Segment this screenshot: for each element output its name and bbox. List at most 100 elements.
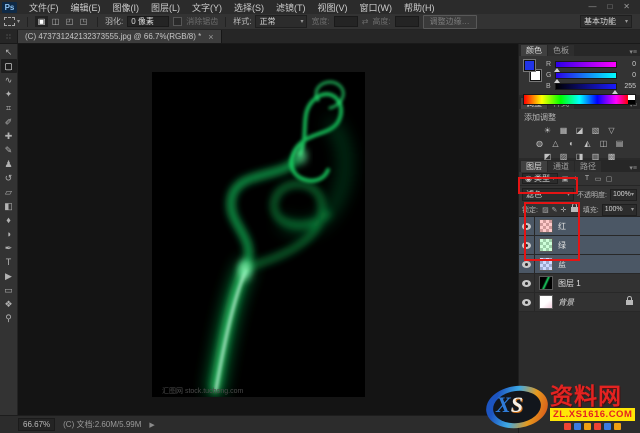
close-icon[interactable]: ✕ (623, 2, 630, 12)
blend-mode-select[interactable]: 滤色 ▾ (522, 188, 574, 201)
layer-thumbnail[interactable] (539, 295, 553, 309)
feather-input[interactable]: 0 像素 (127, 16, 169, 27)
lock-option-icon[interactable]: ✛ (559, 205, 568, 214)
tool-button[interactable]: T (1, 255, 17, 269)
selection-mode-icon[interactable]: ◰ (63, 16, 76, 27)
maximize-icon[interactable]: □ (607, 2, 612, 12)
tool-button[interactable]: ✎ (1, 143, 17, 157)
selection-mode-icon[interactable]: ◳ (77, 16, 90, 27)
tool-button[interactable]: ◑ (1, 227, 17, 241)
eye-cell[interactable] (519, 236, 535, 254)
eye-cell[interactable] (519, 274, 535, 292)
panel-menu-icon[interactable]: ▾≡ (629, 48, 640, 56)
adjustment-icon[interactable]: △ (550, 138, 562, 149)
tool-button[interactable]: ✒ (1, 241, 17, 255)
status-options-arrow-icon[interactable]: ▶ (149, 421, 154, 429)
tab-paths[interactable]: 路径 (575, 161, 601, 172)
layer-filter-icon[interactable]: ▭ (593, 174, 603, 183)
width-input[interactable] (334, 16, 358, 27)
tool-button[interactable]: ♟ (1, 157, 17, 171)
antialias-checkbox[interactable] (173, 17, 182, 26)
fill-input[interactable]: 100% ▾ (602, 204, 637, 216)
menu-item[interactable]: 图像(I) (107, 1, 146, 14)
tool-button[interactable]: ⚲ (1, 311, 17, 325)
minimize-icon[interactable]: — (588, 2, 596, 12)
green-value[interactable]: 0 (620, 72, 636, 79)
selection-mode-icon[interactable]: ▣ (35, 16, 48, 27)
tool-button[interactable]: ✚ (1, 129, 17, 143)
tool-button[interactable]: ▶ (1, 269, 17, 283)
menu-item[interactable]: 视图(V) (312, 1, 354, 14)
layer-row[interactable]: 背景 (519, 293, 640, 312)
red-value[interactable]: 0 (620, 61, 636, 68)
background-color-swatch[interactable] (530, 70, 541, 81)
height-input[interactable] (395, 16, 419, 27)
layer-row[interactable]: 蓝 (519, 255, 640, 274)
red-slider[interactable] (555, 61, 617, 68)
adjustment-icon[interactable]: ▧ (590, 125, 602, 136)
tool-button[interactable]: ↖ (1, 45, 17, 59)
tab-color[interactable]: 颜色 (521, 45, 547, 56)
adjustment-icon[interactable]: ◭ (582, 138, 594, 149)
menu-item[interactable]: 文件(F) (23, 1, 65, 14)
lock-option-icon[interactable]: ✎ (550, 205, 559, 214)
lock-all-icon[interactable] (571, 207, 578, 212)
menu-item[interactable]: 选择(S) (228, 1, 270, 14)
adjustment-icon[interactable]: ▦ (558, 125, 570, 136)
layer-thumbnail[interactable] (539, 276, 553, 290)
color-spectrum-ramp[interactable] (523, 94, 636, 105)
menu-item[interactable]: 图层(L) (145, 1, 186, 14)
canvas-area[interactable]: 汇图网 stock.tuchong.com (18, 44, 518, 415)
tab-layers[interactable]: 图层 (521, 161, 547, 172)
layer-name[interactable]: 绿 (558, 240, 566, 251)
tool-button[interactable]: ✦ (1, 87, 17, 101)
layer-name[interactable]: 蓝 (558, 259, 566, 270)
lock-option-icon[interactable]: ▨ (541, 205, 550, 214)
tool-button[interactable]: ♦ (1, 213, 17, 227)
tool-button[interactable]: ∿ (1, 73, 17, 87)
selection-mode-icon[interactable]: ◫ (49, 16, 62, 27)
adjustment-icon[interactable]: ◐ (566, 138, 578, 149)
eye-cell[interactable] (519, 217, 535, 235)
layer-filter-icon[interactable]: ▣ (560, 174, 570, 183)
tool-button[interactable]: ◧ (1, 199, 17, 213)
layer-row[interactable]: 图层 1 (519, 274, 640, 293)
tab-channels[interactable]: 通道 (548, 161, 574, 172)
layer-filter-icon[interactable]: ▢ (604, 174, 614, 183)
menu-item[interactable]: 文字(Y) (186, 1, 228, 14)
panel-collapse-icon[interactable]: ∷ (0, 30, 18, 43)
adjustment-icon[interactable]: ▤ (614, 138, 626, 149)
workspace-switcher[interactable]: 基本功能 ▾ (580, 15, 632, 28)
swap-dimensions-icon[interactable]: ⇄ (362, 17, 369, 26)
layer-filter-type-select[interactable]: ◉ 类型 ▾ (522, 173, 558, 184)
layer-name[interactable]: 背景 (558, 297, 574, 308)
layer-thumbnail[interactable] (539, 219, 553, 233)
panel-menu-icon[interactable]: ▾≡ (629, 164, 640, 172)
document-tab[interactable]: (C) 473731242132373555.jpg @ 66.7%(RGB/8… (18, 30, 222, 43)
tool-button[interactable]: ▱ (1, 185, 17, 199)
menu-item[interactable]: 滤镜(T) (270, 1, 312, 14)
foreground-color-swatch[interactable] (524, 60, 535, 71)
layer-thumbnail[interactable] (539, 238, 553, 252)
eye-cell[interactable] (519, 293, 535, 311)
layer-thumbnail[interactable] (539, 257, 553, 271)
adjustment-icon[interactable]: ☀ (542, 125, 554, 136)
tool-preset-picker[interactable]: ▾ (4, 17, 20, 26)
eye-cell[interactable] (519, 255, 535, 273)
tool-button[interactable]: ❖ (1, 297, 17, 311)
blue-value[interactable]: 255 (620, 83, 636, 90)
menu-item[interactable]: 帮助(H) (398, 1, 441, 14)
green-slider[interactable] (555, 72, 617, 79)
tool-button[interactable]: ⌗ (1, 101, 17, 115)
layer-row[interactable]: 绿 (519, 236, 640, 255)
zoom-level-input[interactable]: 66.67% (18, 418, 55, 431)
blue-slider[interactable] (555, 83, 617, 90)
tool-button[interactable]: ✐ (1, 115, 17, 129)
document-image[interactable]: 汇图网 stock.tuchong.com (152, 72, 365, 397)
style-select[interactable]: 正常 ▾ (255, 15, 307, 28)
layer-name[interactable]: 红 (558, 221, 566, 232)
layer-filter-icon[interactable]: T (582, 174, 592, 183)
adjustment-icon[interactable]: ◍ (534, 138, 546, 149)
white-black-swatch[interactable] (628, 95, 635, 104)
tab-swatches[interactable]: 色板 (548, 45, 574, 56)
